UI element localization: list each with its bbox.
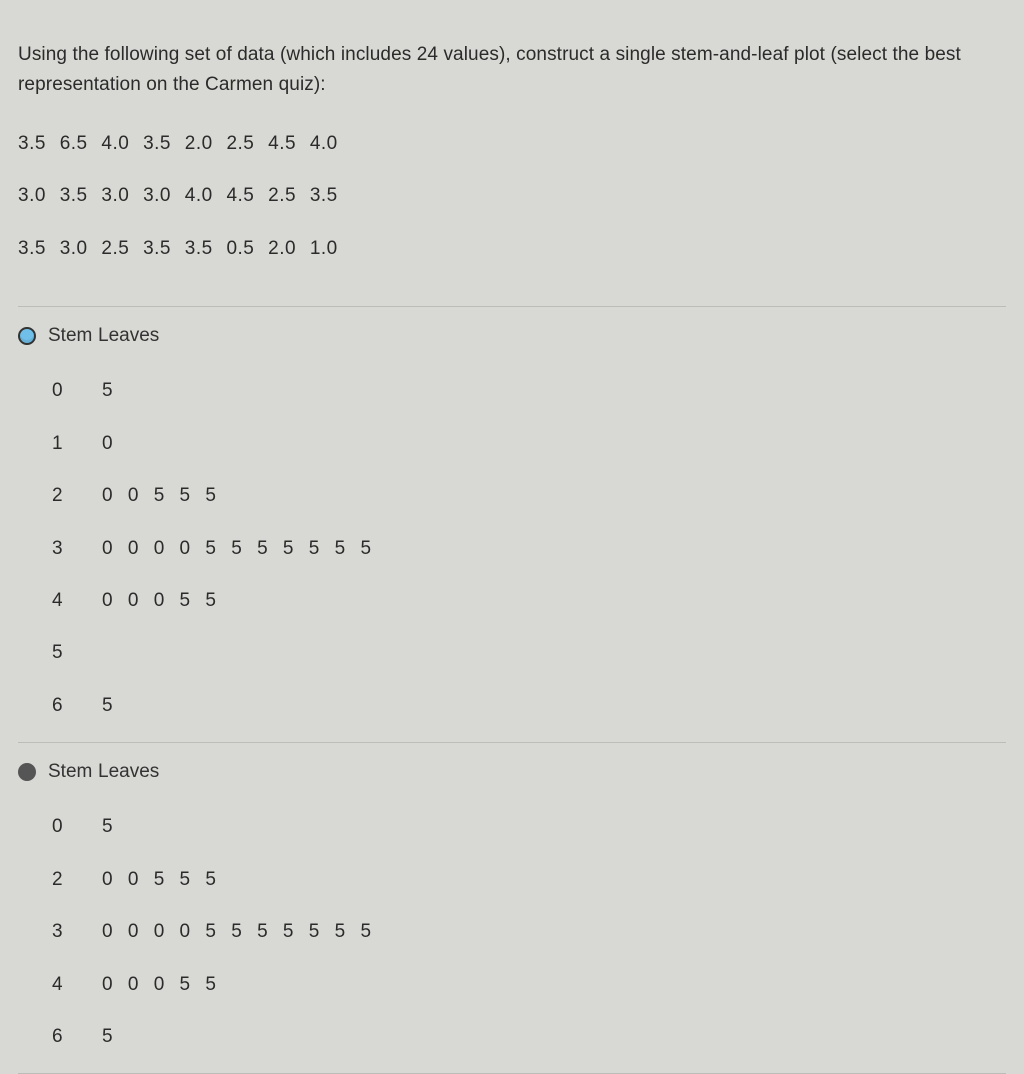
stem-value: 4 [52, 970, 102, 1000]
leaves-column-header: Leaves [98, 761, 159, 782]
stem-value: 4 [52, 586, 102, 616]
data-values: 3.5 6.5 4.0 3.5 2.0 2.5 4.5 4.0 3.0 3.5 … [18, 129, 1006, 264]
stem-value: 6 [52, 1022, 102, 1052]
question-prompt: Using the following set of data (which i… [18, 40, 1006, 101]
stem-value: 3 [52, 534, 102, 564]
stem-leaf-row: 20 0 5 5 5 [52, 854, 1006, 906]
leaves-value: 0 [102, 429, 118, 459]
stem-leaf-row: 5 [52, 627, 1006, 679]
stem-column-header: Stem [48, 757, 98, 787]
leaves-value: 0 0 0 0 5 5 5 5 5 5 5 [102, 534, 376, 564]
stem-value: 3 [52, 917, 102, 947]
stem-value: 1 [52, 429, 102, 459]
stem-value: 0 [52, 376, 102, 406]
stem-leaf-row: 05 [52, 801, 1006, 853]
stem-column-header: Stem [48, 321, 98, 351]
answer-option-1[interactable]: StemLeaves0520 0 5 5 530 0 0 0 5 5 5 5 5… [18, 742, 1006, 1074]
stem-leaf-row: 40 0 0 5 5 [52, 959, 1006, 1011]
data-row-2: 3.0 3.5 3.0 3.0 4.0 4.5 2.5 3.5 [18, 181, 1006, 211]
stem-leaf-row: 30 0 0 0 5 5 5 5 5 5 5 [52, 906, 1006, 958]
stem-value: 0 [52, 812, 102, 842]
leaves-value: 5 [102, 1022, 118, 1052]
option-header: StemLeaves [18, 757, 1006, 787]
stem-leaf-table: 0520 0 5 5 530 0 0 0 5 5 5 5 5 5 540 0 0… [18, 801, 1006, 1063]
leaves-value: 5 [102, 691, 118, 721]
leaves-column-header: Leaves [98, 325, 159, 346]
radio-button[interactable] [18, 763, 36, 781]
stem-leaf-row: 05 [52, 365, 1006, 417]
stem-value: 2 [52, 865, 102, 895]
leaves-value: 0 0 5 5 5 [102, 481, 221, 511]
stem-value: 6 [52, 691, 102, 721]
stem-value: 5 [52, 638, 102, 668]
stem-leaf-row: 20 0 5 5 5 [52, 470, 1006, 522]
stem-leaves-header: StemLeaves [48, 321, 159, 351]
stem-leaf-row: 30 0 0 0 5 5 5 5 5 5 5 [52, 523, 1006, 575]
stem-leaf-row: 65 [52, 680, 1006, 732]
leaves-value: 0 0 0 0 5 5 5 5 5 5 5 [102, 917, 376, 947]
stem-leaf-row: 10 [52, 418, 1006, 470]
answer-options: StemLeaves051020 0 5 5 530 0 0 0 5 5 5 5… [18, 306, 1006, 1074]
stem-leaf-row: 65 [52, 1011, 1006, 1063]
leaves-value: 0 0 0 5 5 [102, 970, 221, 1000]
answer-option-0[interactable]: StemLeaves051020 0 5 5 530 0 0 0 5 5 5 5… [18, 306, 1006, 742]
data-row-1: 3.5 6.5 4.0 3.5 2.0 2.5 4.5 4.0 [18, 129, 1006, 159]
option-header: StemLeaves [18, 321, 1006, 351]
leaves-value: 0 0 0 5 5 [102, 586, 221, 616]
stem-leaves-header: StemLeaves [48, 757, 159, 787]
data-row-3: 3.5 3.0 2.5 3.5 3.5 0.5 2.0 1.0 [18, 234, 1006, 264]
stem-value: 2 [52, 481, 102, 511]
radio-button[interactable] [18, 327, 36, 345]
leaves-value: 0 0 5 5 5 [102, 865, 221, 895]
leaves-value: 5 [102, 812, 118, 842]
leaves-value: 5 [102, 376, 118, 406]
question-container: Using the following set of data (which i… [18, 40, 1006, 1074]
stem-leaf-table: 051020 0 5 5 530 0 0 0 5 5 5 5 5 5 540 0… [18, 365, 1006, 732]
stem-leaf-row: 40 0 0 5 5 [52, 575, 1006, 627]
